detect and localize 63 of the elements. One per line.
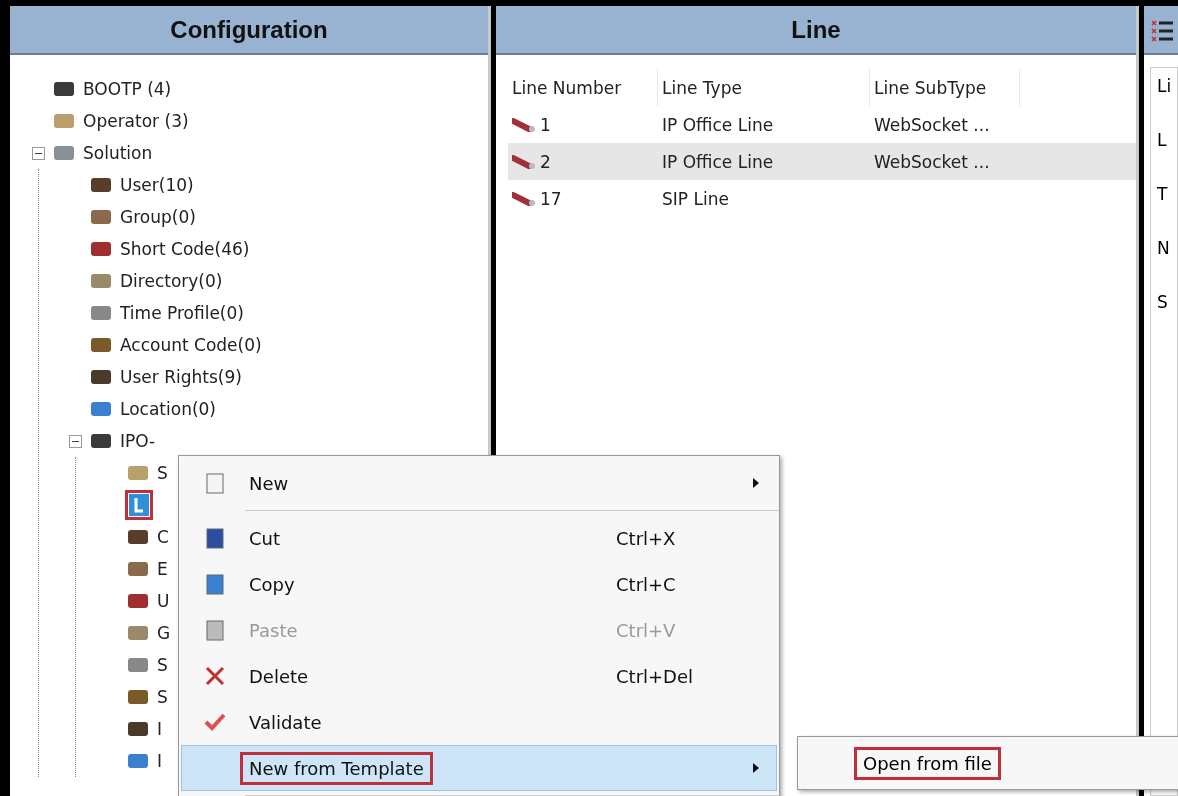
menu-item-label: Copy (248, 572, 296, 597)
new-document-icon (204, 471, 226, 495)
table-cell: 1 (540, 114, 551, 135)
cable-icon (512, 191, 536, 206)
menu-item[interactable]: New from Template (181, 745, 777, 791)
menu-item[interactable]: Validate (181, 699, 777, 745)
panel-title: Line (496, 6, 1136, 55)
table-cell: 17 (540, 188, 562, 209)
tree-item[interactable]: S (157, 655, 168, 675)
menu-item[interactable]: Delete Ctrl+Del (181, 653, 777, 699)
menu-item-label: Delete (248, 664, 310, 689)
field-label: L (1157, 130, 1168, 150)
tree-item[interactable]: Group(0) (120, 207, 196, 227)
checkmark-icon (204, 713, 226, 731)
shortcut-label: Ctrl+Del (616, 665, 695, 687)
field-label: Li (1157, 76, 1173, 96)
field-label: T (1157, 184, 1169, 204)
table-cell: WebSocket ... (874, 114, 990, 135)
tree-item[interactable]: Solution (83, 143, 153, 163)
tree-item[interactable]: I (157, 751, 162, 771)
shortcut-label: Ctrl+C (616, 573, 677, 595)
tree-item[interactable]: S (157, 463, 168, 483)
delete-cross-icon (204, 665, 226, 687)
tree-item[interactable]: User Rights(9) (120, 367, 242, 387)
tree-item[interactable]: G (157, 623, 171, 643)
table-cell: SIP Line (662, 188, 729, 209)
menu-item-label: Validate (248, 710, 323, 735)
tree-item[interactable]: Directory(0) (120, 271, 223, 291)
tree-item[interactable]: Time Profile(0) (120, 303, 244, 323)
table-row[interactable]: 2 IP Office Line WebSocket ... (508, 143, 1136, 180)
shortcut-label: Ctrl+X (616, 527, 677, 549)
field-label: N (1157, 238, 1171, 258)
panel-title: Configuration (10, 6, 488, 55)
table-cell: IP Office Line (662, 151, 774, 172)
field-label: S (1157, 292, 1169, 312)
table-cell: IP Office Line (662, 114, 774, 135)
menu-item-label: Paste (248, 618, 299, 643)
tree-item[interactable]: IPO- (120, 431, 156, 451)
tree-item[interactable]: User(10) (120, 175, 194, 195)
tree-item[interactable]: U (157, 591, 170, 611)
menu-item[interactable]: Open from file (854, 746, 1001, 780)
table-cell: WebSocket ... (874, 151, 990, 172)
menu-item[interactable]: Cut Ctrl+X (181, 515, 777, 561)
expand-toggle-icon[interactable] (69, 434, 82, 448)
tree-item[interactable]: E (157, 559, 168, 579)
expand-toggle-icon[interactable] (32, 146, 45, 160)
menu-item[interactable]: Copy Ctrl+C (181, 561, 777, 607)
tree-item[interactable]: Short Code(46) (120, 239, 250, 259)
shortcut-label: Ctrl+V (616, 619, 677, 641)
tree-item[interactable]: C (157, 527, 169, 547)
menu-item-label: New from Template (240, 751, 433, 785)
menu-item-label: New (248, 471, 290, 496)
cable-icon (512, 154, 536, 169)
cable-icon (512, 117, 536, 132)
tree-item[interactable]: Operator (3) (83, 111, 189, 131)
menu-item-label: Cut (248, 526, 282, 551)
tree-item[interactable]: BOOTP (4) (83, 79, 172, 99)
table-cell: 2 (540, 151, 551, 172)
menu-item[interactable]: New (181, 460, 777, 506)
tree-item[interactable]: Location(0) (120, 399, 216, 419)
tree-item[interactable]: I (157, 719, 162, 739)
tree-item[interactable]: Account Code(0) (120, 335, 262, 355)
tree-item[interactable]: S (157, 687, 168, 707)
